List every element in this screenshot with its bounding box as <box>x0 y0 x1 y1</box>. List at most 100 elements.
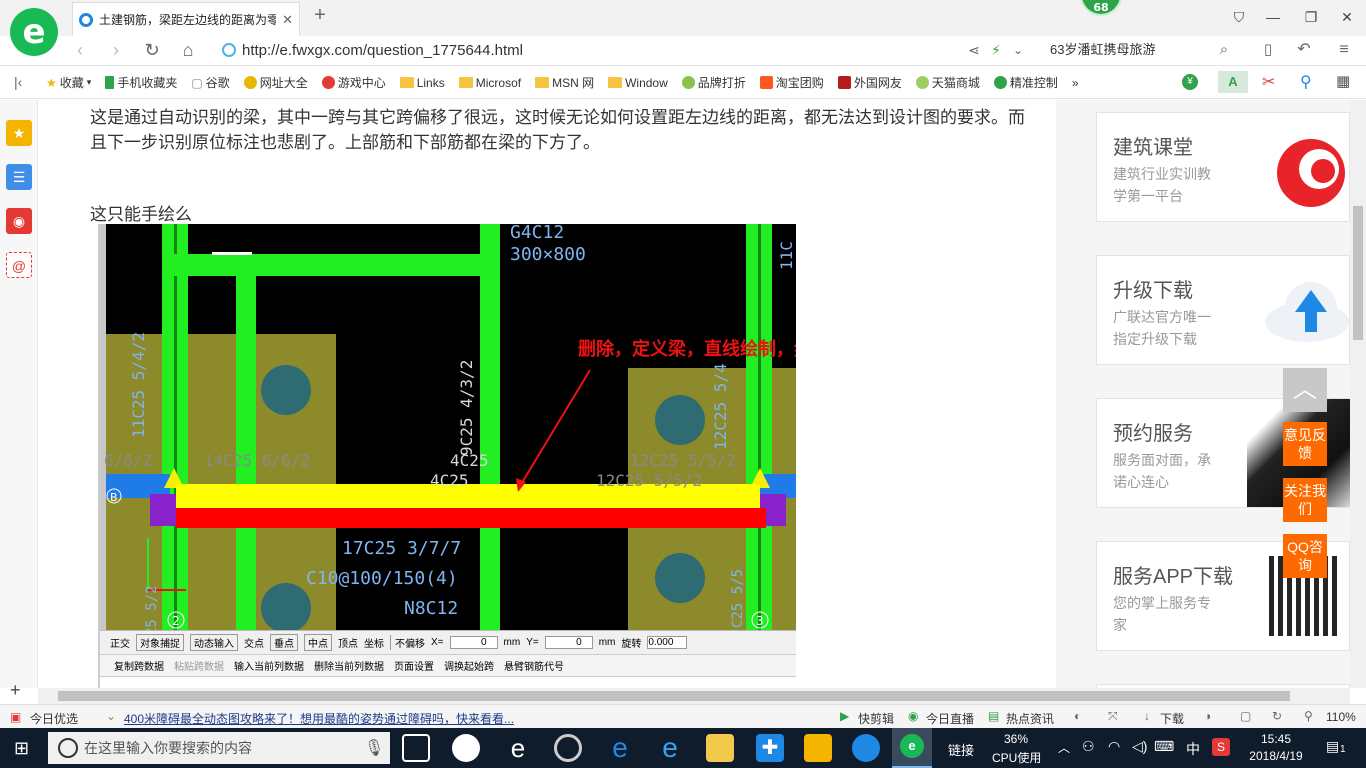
chevron-down-icon[interactable]: ⌄ <box>1006 38 1030 62</box>
zoom-level[interactable]: 110% <box>1326 710 1356 724</box>
share-icon[interactable]: ⋖ <box>962 38 986 62</box>
phone-icon[interactable]: ▯ <box>1256 38 1280 62</box>
card-classroom[interactable]: 建筑课堂 建筑行业实训教学第一平台 <box>1096 112 1350 222</box>
ime-indicator[interactable]: 中 <box>1186 739 1200 759</box>
volume-icon[interactable]: ◁) <box>1132 738 1147 755</box>
pinwheel-icon[interactable] <box>452 734 480 762</box>
browser-e-icon[interactable]: e <box>504 734 532 762</box>
copy-span-data-button[interactable]: 复制跨数据 <box>114 658 164 673</box>
notification-center-icon[interactable]: ▤ <box>1326 738 1339 755</box>
bookmark-tmall[interactable]: 天猫商城 <box>915 74 980 91</box>
restore-icon[interactable]: ❐ <box>1298 6 1324 28</box>
card-upgrade[interactable]: 升级下载 广联达官方唯一指定升级下载 <box>1096 255 1350 365</box>
delete-column-button[interactable]: 删除当前列数据 <box>314 658 384 673</box>
active-browser-task[interactable]: e <box>892 728 932 768</box>
ie-icon[interactable]: e <box>656 734 684 762</box>
scissors-icon[interactable]: ✂ <box>1262 72 1275 92</box>
x-input[interactable]: 0 <box>449 636 498 649</box>
links-toolbar[interactable]: 链接 <box>948 740 974 759</box>
edge-icon[interactable]: e <box>606 734 634 762</box>
task-view-icon[interactable] <box>402 734 430 762</box>
speed-icon[interactable]: ◐ <box>1074 709 1081 723</box>
bookmark-hao[interactable]: 网址大全 <box>243 74 308 91</box>
search-icon[interactable]: ⌕ <box>1212 38 1236 62</box>
glodon-app-icon[interactable] <box>852 734 880 762</box>
speaker-icon[interactable]: ◑ <box>1204 709 1211 723</box>
snap-toggle[interactable]: 对象捕捉 <box>136 634 184 651</box>
perpendicular-toggle[interactable]: 垂点 <box>270 634 298 651</box>
midpoint-toggle[interactable]: 中点 <box>304 634 332 651</box>
horizontal-scrollbar[interactable] <box>38 688 1350 704</box>
file-explorer-icon[interactable] <box>706 734 734 762</box>
sogou-icon[interactable]: S <box>1212 738 1230 756</box>
new-tab-button[interactable]: + <box>308 4 332 28</box>
close-window-icon[interactable]: ✕ <box>1334 6 1360 28</box>
bookmark-windows[interactable]: Window <box>608 76 668 90</box>
feedback-button[interactable]: 意见反馈 <box>1283 422 1327 466</box>
bookmarks-more[interactable]: » <box>1072 76 1079 90</box>
ortho-toggle[interactable]: 正交 <box>110 635 130 650</box>
intersection-toggle[interactable]: 交点 <box>244 635 264 650</box>
search-input[interactable]: 63岁潘虹携母旅游 <box>1040 38 1240 62</box>
y-input[interactable]: 0 <box>544 636 593 649</box>
back-to-top-icon[interactable]: ︿ <box>1283 368 1327 412</box>
bookmark-foreign[interactable]: 外国网友 <box>837 74 902 91</box>
bookmark-links[interactable]: Links <box>399 76 445 90</box>
notes-app-icon[interactable] <box>804 734 832 762</box>
translate-icon[interactable]: A <box>1218 71 1248 93</box>
rotate-icon[interactable]: ↻ <box>1272 709 1282 723</box>
browser-tab[interactable]: 土建钢筋，梁距左边线的距离为零 ✕ <box>72 2 300 36</box>
bookmark-mobile[interactable]: 手机收藏夹 <box>105 74 177 91</box>
paste-span-data-button[interactable]: 粘贴跨数据 <box>174 658 224 673</box>
dynamic-input-toggle[interactable]: 动态输入 <box>190 634 238 651</box>
input-column-button[interactable]: 输入当前列数据 <box>234 658 304 673</box>
bookmark-msn[interactable]: MSN 网 <box>535 74 594 91</box>
wifi-icon[interactable]: ◠ <box>1108 738 1120 755</box>
forward-icon[interactable]: › <box>104 38 128 62</box>
apps-grid-icon[interactable]: ▦ <box>1336 72 1350 90</box>
today-picks[interactable]: 今日优选 <box>30 710 78 727</box>
quick-cut[interactable]: 快剪辑 <box>858 710 894 727</box>
sidebar-toggle-icon[interactable]: |‹ <box>14 74 22 90</box>
clock-date[interactable]: 2018/4/19 <box>1246 749 1306 763</box>
people-icon[interactable]: ⚇ <box>1082 738 1095 755</box>
url-text[interactable]: http://e.fwxgx.com/question_1775644.html <box>242 42 523 59</box>
bookmark-games[interactable]: 游戏中心 <box>321 74 386 91</box>
qq-button[interactable]: QQ咨询 <box>1283 534 1327 578</box>
vertex-toggle[interactable]: 顶点 <box>338 635 358 650</box>
browser-logo-icon[interactable]: e <box>10 8 58 56</box>
email-icon[interactable]: @ <box>6 252 32 278</box>
page-setup-button[interactable]: 页面设置 <box>394 658 434 673</box>
hot-news[interactable]: 热点资讯 <box>1006 710 1054 727</box>
back-icon[interactable]: ‹ <box>68 38 92 62</box>
window-icon[interactable]: ▢ <box>1240 709 1251 723</box>
bookmark-favorites[interactable]: ★ 收藏 ▾ <box>46 74 91 91</box>
menu-icon[interactable]: ≡ <box>1332 38 1356 62</box>
follow-button[interactable]: 关注我们 <box>1283 478 1327 522</box>
spiral-app-icon[interactable] <box>554 734 582 762</box>
plus-app-icon[interactable]: ✚ <box>756 734 784 762</box>
vertical-scrollbar[interactable] <box>1350 100 1366 688</box>
lightning-icon[interactable]: ⚡ <box>984 38 1008 62</box>
bookmark-brand[interactable]: 品牌打折 <box>681 74 746 91</box>
favorites-icon[interactable]: ★ <box>6 120 32 146</box>
pin-icon[interactable]: ⤧ <box>1108 709 1118 724</box>
rotate-checkbox[interactable]: 旋转 <box>621 635 641 650</box>
windows-start-icon[interactable]: ⊞ <box>14 738 34 758</box>
rotate-input[interactable]: 0.000 <box>647 636 688 649</box>
refresh-icon[interactable]: ↻ <box>140 38 164 62</box>
taskbar-search-input[interactable]: 在这里输入你要搜索的内容 <box>48 732 390 764</box>
keyboard-icon[interactable]: ⌨ <box>1154 738 1174 755</box>
minimize-icon[interactable]: — <box>1260 6 1286 28</box>
microphone-icon[interactable]: 🎙 <box>364 738 384 758</box>
scroll-thumb[interactable] <box>58 691 1290 701</box>
scroll-thumb[interactable] <box>1353 206 1363 340</box>
weibo-icon[interactable]: ◉ <box>6 208 32 234</box>
shield-icon[interactable]: ¥ <box>1182 74 1198 90</box>
bookmark-precise[interactable]: 精准控制 <box>993 74 1058 91</box>
magnifier-icon[interactable]: ⚲ <box>1300 72 1312 92</box>
close-tab-icon[interactable]: ✕ <box>282 12 293 28</box>
offset-select[interactable]: 不偏移 <box>390 635 425 650</box>
clock-time[interactable]: 15:45 <box>1246 732 1306 746</box>
bookmark-taobao[interactable]: 淘宝团购 <box>759 74 824 91</box>
